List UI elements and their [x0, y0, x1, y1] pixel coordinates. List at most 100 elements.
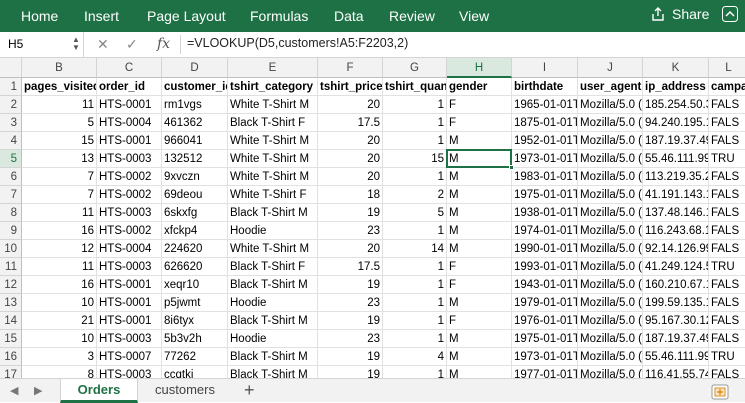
- cell-g15[interactable]: 1: [383, 330, 447, 348]
- cell-j5[interactable]: Mozilla/5.0 (: [578, 150, 643, 168]
- cell-c12[interactable]: HTS-0001: [97, 276, 162, 294]
- cell-j7[interactable]: Mozilla/5.0 (: [578, 186, 643, 204]
- cell-e6[interactable]: White T-Shirt M: [228, 168, 318, 186]
- cell-e13[interactable]: Hoodie: [228, 294, 318, 312]
- cell-f15[interactable]: 23: [318, 330, 383, 348]
- cell-b14[interactable]: 21: [22, 312, 97, 330]
- cell-g11[interactable]: 1: [383, 258, 447, 276]
- sheet-tab-orders[interactable]: Orders: [60, 379, 138, 403]
- cell-k4[interactable]: 187.19.37.49: [643, 132, 709, 150]
- cell-i3[interactable]: 1875-01-01T: [512, 114, 578, 132]
- cell-b17[interactable]: 8: [22, 366, 97, 378]
- cell-e14[interactable]: Black T-Shirt M: [228, 312, 318, 330]
- formula-input[interactable]: =VLOOKUP(D5,customers!A5:F2203,2): [187, 36, 408, 50]
- cell-i12[interactable]: 1943-01-01T: [512, 276, 578, 294]
- cell-c16[interactable]: HTS-0007: [97, 348, 162, 366]
- cell-h14[interactable]: F: [447, 312, 512, 330]
- cell-b1[interactable]: pages_visited: [22, 78, 97, 96]
- row-header-11[interactable]: 11: [0, 258, 22, 276]
- cell-h10[interactable]: M: [447, 240, 512, 258]
- cell-k9[interactable]: 116.243.68.1: [643, 222, 709, 240]
- cell-k8[interactable]: 137.48.146.1: [643, 204, 709, 222]
- cell-c2[interactable]: HTS-0001: [97, 96, 162, 114]
- cell-l8[interactable]: FALS: [709, 204, 745, 222]
- cell-b2[interactable]: 11: [22, 96, 97, 114]
- cell-e2[interactable]: White T-Shirt M: [228, 96, 318, 114]
- cell-e1[interactable]: tshirt_category: [228, 78, 318, 96]
- cell-g3[interactable]: 1: [383, 114, 447, 132]
- cell-h3[interactable]: F: [447, 114, 512, 132]
- cell-h11[interactable]: F: [447, 258, 512, 276]
- row-header-8[interactable]: 8: [0, 204, 22, 222]
- cell-j14[interactable]: Mozilla/5.0 (: [578, 312, 643, 330]
- cell-c15[interactable]: HTS-0003: [97, 330, 162, 348]
- cell-k1[interactable]: ip_address: [643, 78, 709, 96]
- cell-h6[interactable]: M: [447, 168, 512, 186]
- cell-d16[interactable]: 77262: [162, 348, 228, 366]
- cell-c7[interactable]: HTS-0002: [97, 186, 162, 204]
- cell-g8[interactable]: 5: [383, 204, 447, 222]
- row-header-9[interactable]: 9: [0, 222, 22, 240]
- select-all-corner[interactable]: [0, 58, 22, 78]
- cell-k17[interactable]: 116.41.55.74: [643, 366, 709, 378]
- cell-i16[interactable]: 1973-01-01T: [512, 348, 578, 366]
- cell-j13[interactable]: Mozilla/5.0 (: [578, 294, 643, 312]
- cell-e16[interactable]: Black T-Shirt M: [228, 348, 318, 366]
- cell-k7[interactable]: 41.191.143.1: [643, 186, 709, 204]
- column-header-i[interactable]: I: [512, 58, 578, 78]
- cell-g10[interactable]: 14: [383, 240, 447, 258]
- cell-d15[interactable]: 5b3v2h: [162, 330, 228, 348]
- cell-k6[interactable]: 113.219.35.2: [643, 168, 709, 186]
- prev-sheet-icon[interactable]: ◀: [10, 384, 18, 397]
- cell-h17[interactable]: M: [447, 366, 512, 378]
- cell-i17[interactable]: 1977-01-01T: [512, 366, 578, 378]
- cell-f14[interactable]: 19: [318, 312, 383, 330]
- cell-j3[interactable]: Mozilla/5.0 (: [578, 114, 643, 132]
- cell-h2[interactable]: F: [447, 96, 512, 114]
- cell-f6[interactable]: 20: [318, 168, 383, 186]
- row-header-6[interactable]: 6: [0, 168, 22, 186]
- column-header-f[interactable]: F: [318, 58, 383, 78]
- cell-d10[interactable]: 224620: [162, 240, 228, 258]
- cell-l5[interactable]: TRU: [709, 150, 745, 168]
- row-header-14[interactable]: 14: [0, 312, 22, 330]
- row-header-17[interactable]: 17: [0, 366, 22, 378]
- next-sheet-icon[interactable]: ▶: [34, 384, 42, 397]
- row-header-1[interactable]: 1: [0, 78, 22, 96]
- cell-d9[interactable]: xfckp4: [162, 222, 228, 240]
- cell-j2[interactable]: Mozilla/5.0 (: [578, 96, 643, 114]
- column-header-k[interactable]: K: [643, 58, 709, 78]
- sheet-tab-customers[interactable]: customers: [145, 379, 225, 403]
- cell-f9[interactable]: 23: [318, 222, 383, 240]
- cell-f16[interactable]: 19: [318, 348, 383, 366]
- tab-insert[interactable]: Insert: [84, 8, 119, 24]
- cell-f1[interactable]: tshirt_price: [318, 78, 383, 96]
- add-sheet-icon[interactable]: +: [244, 380, 255, 401]
- cell-c14[interactable]: HTS-0001: [97, 312, 162, 330]
- quick-analysis-icon[interactable]: [711, 384, 729, 400]
- cell-g14[interactable]: 1: [383, 312, 447, 330]
- cell-b12[interactable]: 16: [22, 276, 97, 294]
- cell-i2[interactable]: 1965-01-01T: [512, 96, 578, 114]
- cell-l7[interactable]: FALS: [709, 186, 745, 204]
- collapse-ribbon-icon[interactable]: [722, 6, 738, 22]
- tab-formulas[interactable]: Formulas: [250, 8, 308, 24]
- cell-f4[interactable]: 20: [318, 132, 383, 150]
- cell-e7[interactable]: White T-Shirt F: [228, 186, 318, 204]
- cell-e5[interactable]: White T-Shirt M: [228, 150, 318, 168]
- tab-review[interactable]: Review: [389, 8, 435, 24]
- cell-e10[interactable]: White T-Shirt M: [228, 240, 318, 258]
- cell-e11[interactable]: Black T-Shirt F: [228, 258, 318, 276]
- cell-l17[interactable]: FALS: [709, 366, 745, 378]
- column-header-c[interactable]: C: [97, 58, 162, 78]
- cell-g17[interactable]: 1: [383, 366, 447, 378]
- cell-e4[interactable]: White T-Shirt M: [228, 132, 318, 150]
- cell-e3[interactable]: Black T-Shirt F: [228, 114, 318, 132]
- column-header-j[interactable]: J: [578, 58, 643, 78]
- cell-i13[interactable]: 1979-01-01T: [512, 294, 578, 312]
- cell-c5[interactable]: HTS-0003: [97, 150, 162, 168]
- cell-f12[interactable]: 19: [318, 276, 383, 294]
- cell-d14[interactable]: 8i6tyx: [162, 312, 228, 330]
- cell-i9[interactable]: 1974-01-01T: [512, 222, 578, 240]
- cell-e9[interactable]: Hoodie: [228, 222, 318, 240]
